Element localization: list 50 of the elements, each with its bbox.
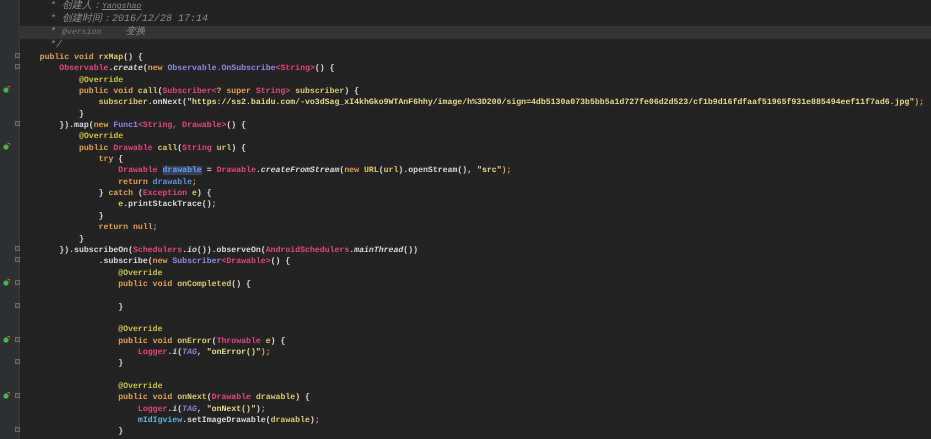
code-line: Logger.i(TAG, "onNext()"); [136,404,267,415]
fold-marker-icon[interactable] [15,302,20,308]
code-line: @Override [78,74,124,86]
code-line: Logger.i(TAG, "onError()"); [136,346,272,358]
gutter-marker-icon[interactable] [3,336,10,343]
code-line: } [98,210,105,222]
code-line: return null; [98,222,159,234]
code-line: } [117,426,124,438]
code-line: @Override [117,268,164,279]
code-line: } [117,358,124,370]
fold-marker-icon[interactable] [15,393,20,398]
fold-marker-icon[interactable] [15,53,20,58]
gutter-marker-icon[interactable] [3,392,10,400]
code-line: public Drawable call(String url) { [78,142,248,154]
fold-marker-icon[interactable] [15,246,20,251]
code-line: public void call(Subscriber<? super String> subscriber) { [78,86,360,98]
fold-marker-icon[interactable] [15,427,20,432]
code-line: * 创建人：Yangshao [49,0,142,12]
fold-marker-icon[interactable] [15,280,20,285]
code-line: @Override [78,131,124,143]
code-line: } catch (Exception e) { [98,188,213,200]
code-line: * 创建时间：2016/12/28 17:14 [49,13,210,26]
code-line: Observable.create(new Observable.OnSubscribe<String>() { [58,63,336,75]
code-line: @Override [117,324,164,336]
code-line: public void onCompleted() { [117,278,252,290]
code-line: } [78,108,85,120]
code-line: } [78,234,85,245]
gutter-marker-icon[interactable] [3,142,10,150]
code-line: Drawable drawable = Drawable.createFromStream(new URL(url).openStream(), "src"); [117,165,512,177]
code-line: } [117,302,124,313]
code-line: public void onError(Throwable e) { [117,336,286,347]
code-line: return drawable; [117,176,198,188]
code-line: public void onNext(Drawable drawable) { [117,392,311,404]
gutter-marker-icon[interactable] [3,278,10,286]
code-line: }).subscribeOn(Schedulers.io()).observeOn(AndroidSchedulers.mainThread()) [58,244,420,256]
code-line: subscriber.onNext("https://ss2.baidu.com/-vo3dSag_xI4khGko9WTAnF6hhy/image/h%3D200/sign=4db5130a073b5bb5a1d727fe06d2d523/cf1b9d16fdfaaf51965f931e885494eef11f7ad6.jpg"); [98,97,926,109]
code-line: mIdIgview.setImageDrawable(drawable); [136,415,321,426]
fold-marker-icon[interactable] [15,359,20,364]
fold-marker-icon[interactable] [15,257,20,262]
code-line: @Override [117,380,164,392]
code-line: .subscribe(new Subscriber<Drawable>() { [98,256,292,268]
code-line: }).map(new Func1<String, Drawable>() { [58,120,248,132]
fold-marker-icon[interactable] [15,336,20,342]
code-line: try { [98,154,124,166]
code-line: public void rxMap() { [38,52,144,64]
fold-marker-icon[interactable] [15,121,20,126]
gutter-marker-icon[interactable] [3,86,10,94]
fold-marker-icon[interactable] [15,64,20,70]
code-line: e.printStackTrace(); [117,199,218,211]
code-line: */ [49,39,64,52]
